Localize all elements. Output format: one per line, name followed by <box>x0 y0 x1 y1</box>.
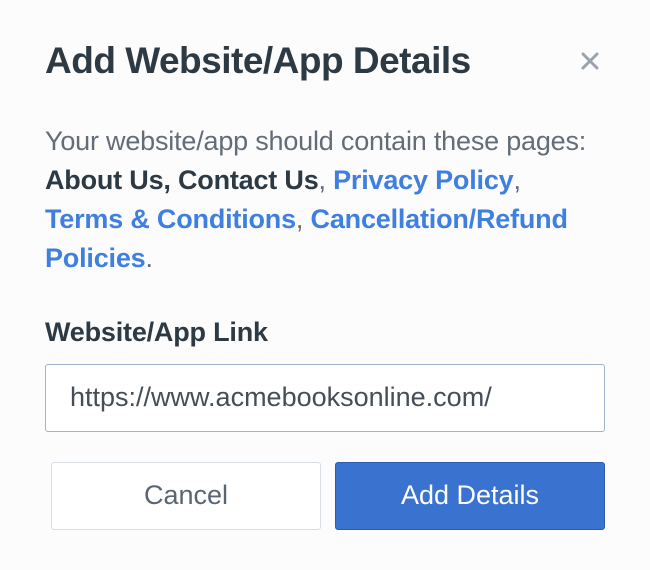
button-row: Cancel Add Details <box>51 462 605 530</box>
website-link-label: Website/App Link <box>45 317 605 348</box>
close-button[interactable] <box>575 46 605 76</box>
link-privacy-policy[interactable]: Privacy Policy <box>333 165 513 195</box>
dialog-title: Add Website/App Details <box>45 40 471 82</box>
info-text: Your website/app should contain these pa… <box>45 122 605 279</box>
dialog-header: Add Website/App Details <box>45 40 605 82</box>
cancel-button[interactable]: Cancel <box>51 462 321 530</box>
page-contact-us: Contact Us <box>178 165 319 195</box>
add-website-dialog: Add Website/App Details Your website/app… <box>0 0 650 570</box>
page-about-us: About Us <box>45 165 163 195</box>
close-icon <box>578 49 602 73</box>
info-prefix: Your website/app should contain these pa… <box>45 126 586 156</box>
website-link-input[interactable] <box>45 364 605 432</box>
link-terms-conditions[interactable]: Terms & Conditions <box>45 204 296 234</box>
add-details-button[interactable]: Add Details <box>335 462 605 530</box>
